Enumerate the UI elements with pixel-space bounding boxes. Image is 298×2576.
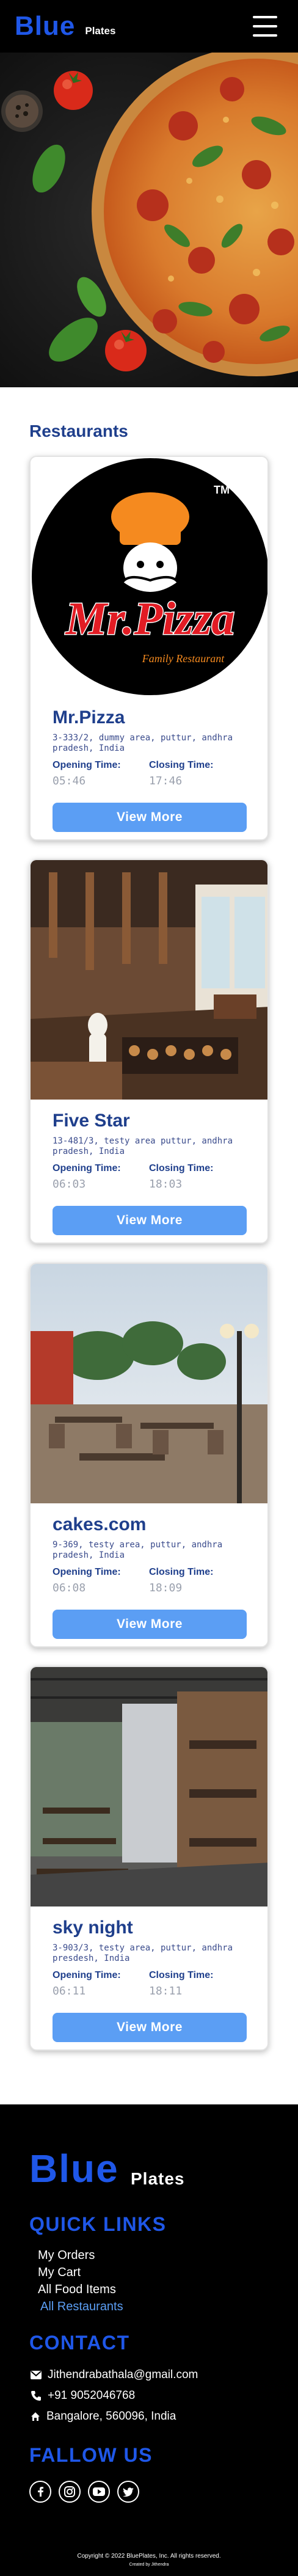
created-by: Created by Jithendra xyxy=(129,2563,169,2567)
page-title: Restaurants xyxy=(29,421,128,440)
logo-text: Mr.Pizza xyxy=(65,593,235,644)
opening-time: 05:46 xyxy=(53,775,86,787)
view-more-button[interactable]: View More xyxy=(53,803,247,832)
brand-sub: Plates xyxy=(85,25,116,37)
footer-brand: Blue xyxy=(29,2147,119,2191)
opening-time: 06:11 xyxy=(53,1985,86,1998)
restaurant-name: Mr.Pizza xyxy=(53,707,125,728)
contact-address-text: Bangalore, 560096, India xyxy=(46,2410,176,2423)
closing-time-label: Closing Time: xyxy=(149,1567,214,1577)
instagram-icon[interactable] xyxy=(59,2481,81,2503)
youtube-icon[interactable] xyxy=(88,2481,110,2503)
opening-time: 06:03 xyxy=(53,1178,86,1191)
restaurant-card[interactable]: TM Mr.Pizza Family Restaurant Mr.Pizza 3… xyxy=(29,456,269,841)
footer: Blue Plates QUICK LINKS My Orders My Car… xyxy=(0,2104,298,2576)
hero-image xyxy=(0,53,298,387)
closing-time: 17:46 xyxy=(149,775,183,787)
quick-links-title: QUICK LINKS xyxy=(29,2213,167,2235)
restaurant-address: 13-481/3, testy area puttur, andhra prad… xyxy=(53,1136,233,1156)
closing-time-label: Closing Time: xyxy=(149,1163,214,1173)
home-icon xyxy=(31,2412,40,2421)
logo-tagline: Family Restaurant xyxy=(142,652,225,665)
restaurant-card[interactable]: cakes.com 9-369, testy area, puttur, and… xyxy=(29,1263,269,1647)
restaurant-address: 3-333/2, dummy area, puttur, andhra prad… xyxy=(53,733,233,753)
follow-title: FALLOW US xyxy=(29,2444,153,2466)
opening-time: 06:08 xyxy=(53,1582,86,1594)
hamburger-menu-icon[interactable] xyxy=(253,16,277,37)
footer-link-cart[interactable]: My Cart xyxy=(38,2266,81,2280)
view-more-button[interactable]: View More xyxy=(53,2013,247,2042)
closing-time-label: Closing Time: xyxy=(149,1970,214,1980)
restaurant-name: sky night xyxy=(53,1917,133,1938)
restaurant-name: Five Star xyxy=(53,1111,130,1131)
contact-address: Bangalore, 560096, India xyxy=(31,2410,176,2423)
view-more-button[interactable]: View More xyxy=(53,1206,247,1235)
contact-email-text: Jithendrabathala@gmail.com xyxy=(48,2368,198,2381)
restaurant-address: 3-903/3, testy area, puttur, andhra pres… xyxy=(53,1943,233,1963)
restaurant-name: cakes.com xyxy=(53,1514,147,1534)
envelope-icon xyxy=(31,2371,42,2379)
facebook-icon[interactable] xyxy=(29,2481,51,2503)
footer-link-food-items[interactable]: All Food Items xyxy=(38,2283,116,2297)
navbar: Blue Plates xyxy=(0,0,298,53)
footer-link-restaurants[interactable]: All Restaurants xyxy=(40,2300,123,2314)
contact-title: CONTACT xyxy=(29,2332,130,2354)
restaurant-card[interactable]: sky night 3-903/3, testy area, puttur, a… xyxy=(29,1666,269,2051)
closing-time: 18:03 xyxy=(149,1178,183,1191)
contact-phone-text: +91 9052046768 xyxy=(48,2389,136,2402)
footer-brand-sub: Plates xyxy=(131,2169,185,2188)
restaurant-image xyxy=(31,1264,267,1503)
closing-time-label: Closing Time: xyxy=(149,760,214,770)
brand-logo[interactable]: Blue xyxy=(15,11,75,42)
logo-tm: TM xyxy=(214,484,230,496)
copyright: Copyright © 2022 BluePlates, Inc. All ri… xyxy=(77,2553,221,2560)
opening-time-label: Opening Time: xyxy=(53,760,121,770)
twitter-icon[interactable] xyxy=(117,2481,139,2503)
opening-time-label: Opening Time: xyxy=(53,1970,121,1980)
restaurant-image xyxy=(31,860,267,1100)
footer-link-orders[interactable]: My Orders xyxy=(38,2249,95,2263)
restaurant-image xyxy=(31,1667,267,1906)
restaurant-logo: TM Mr.Pizza Family Restaurant xyxy=(31,457,267,696)
view-more-button[interactable]: View More xyxy=(53,1610,247,1639)
closing-time: 18:11 xyxy=(149,1985,183,1998)
restaurant-card[interactable]: Five Star 13-481/3, testy area puttur, a… xyxy=(29,859,269,1244)
contact-phone[interactable]: +91 9052046768 xyxy=(31,2389,135,2403)
restaurant-address: 9-369, testy area, puttur, andhra prades… xyxy=(53,1540,223,1560)
opening-time-label: Opening Time: xyxy=(53,1567,121,1577)
phone-icon xyxy=(31,2391,41,2401)
contact-email[interactable]: Jithendrabathala@gmail.com xyxy=(31,2368,198,2382)
opening-time-label: Opening Time: xyxy=(53,1163,121,1173)
closing-time: 18:09 xyxy=(149,1582,183,1594)
